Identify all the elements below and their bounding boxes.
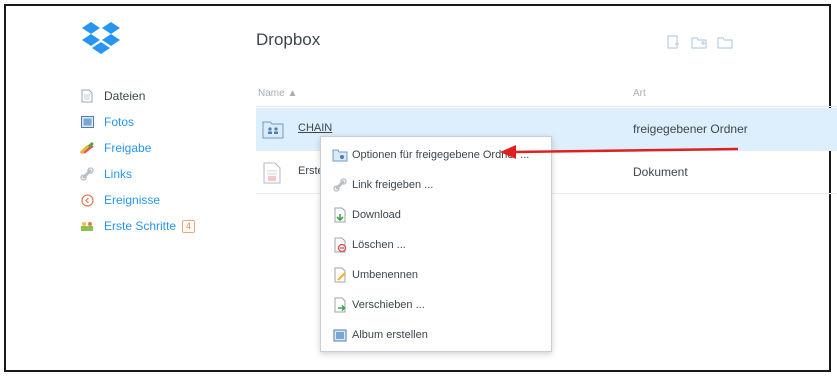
sidebar-item-dateien[interactable]: Dateien (80, 86, 240, 106)
sidebar-item-freigabe[interactable]: Freigabe (80, 138, 240, 158)
events-icon (80, 193, 94, 207)
delete-icon (332, 237, 348, 253)
file-name[interactable]: CHAIN (298, 122, 332, 134)
menu-item-label: Optionen für freigegebene Ordner ... (352, 149, 530, 161)
sidebar-item-ereignisse[interactable]: Ereignisse (80, 190, 240, 210)
menu-item-rename[interactable]: Umbenennen (321, 263, 551, 287)
upload-icon[interactable] (665, 34, 681, 50)
getting-started-icon (80, 219, 94, 233)
link-icon (80, 167, 94, 181)
sidebar-item-fotos[interactable]: Fotos (80, 112, 240, 132)
sidebar-item-links[interactable]: Links (80, 164, 240, 184)
move-icon (332, 297, 348, 313)
file-icon (80, 89, 94, 103)
file-type: freigegebener Ordner (633, 122, 748, 136)
menu-item-download[interactable]: Download (321, 203, 551, 227)
file-type: Dokument (633, 165, 688, 179)
dropbox-logo-icon[interactable] (82, 21, 120, 55)
shared-folder-icon (262, 119, 284, 139)
page-title: Dropbox (256, 30, 321, 49)
folder-options-icon (332, 147, 348, 163)
menu-item-share-link[interactable]: Link freigeben ... (321, 173, 551, 197)
sidebar: Dateien Fotos Freigabe Links Ereignisse … (80, 86, 240, 242)
sidebar-item-label: Fotos (104, 115, 135, 129)
sidebar-item-label: Erste Schritte (104, 219, 177, 233)
sidebar-item-label: Dateien (104, 89, 146, 103)
photo-icon (80, 115, 94, 129)
document-icon (262, 162, 284, 184)
menu-item-label: Löschen ... (352, 239, 406, 251)
new-folder-icon[interactable] (691, 34, 707, 50)
sidebar-item-label: Ereignisse (104, 193, 161, 207)
context-menu: Optionen für freigegebene Ordner ... Lin… (320, 136, 552, 352)
share-icon (80, 141, 94, 155)
menu-item-label: Umbenennen (352, 269, 419, 281)
column-header-name[interactable]: Name ▲ (258, 88, 297, 99)
album-icon (332, 327, 348, 343)
menu-item-delete[interactable]: Löschen ... (321, 233, 551, 257)
menu-item-label: Verschieben ... (352, 299, 425, 311)
count-badge: 4 (182, 219, 196, 233)
rename-icon (332, 267, 348, 283)
shared-folder-icon[interactable] (717, 34, 733, 50)
header-divider (256, 106, 837, 107)
menu-item-label: Album erstellen (352, 329, 428, 341)
download-icon (332, 207, 348, 223)
menu-item-folder-options[interactable]: Optionen für freigegebene Ordner ... (321, 143, 551, 167)
sidebar-item-erste-schritte[interactable]: Erste Schritte 4 (80, 216, 240, 236)
menu-item-label: Link freigeben ... (352, 179, 434, 191)
sidebar-item-label: Links (104, 167, 133, 181)
menu-item-label: Download (352, 209, 401, 221)
toolbar (665, 34, 733, 50)
column-header-type[interactable]: Art (633, 88, 646, 99)
menu-item-create-album[interactable]: Album erstellen (321, 323, 551, 347)
menu-item-move[interactable]: Verschieben ... (321, 293, 551, 317)
link-icon (332, 177, 348, 193)
sidebar-item-label: Freigabe (104, 141, 152, 155)
